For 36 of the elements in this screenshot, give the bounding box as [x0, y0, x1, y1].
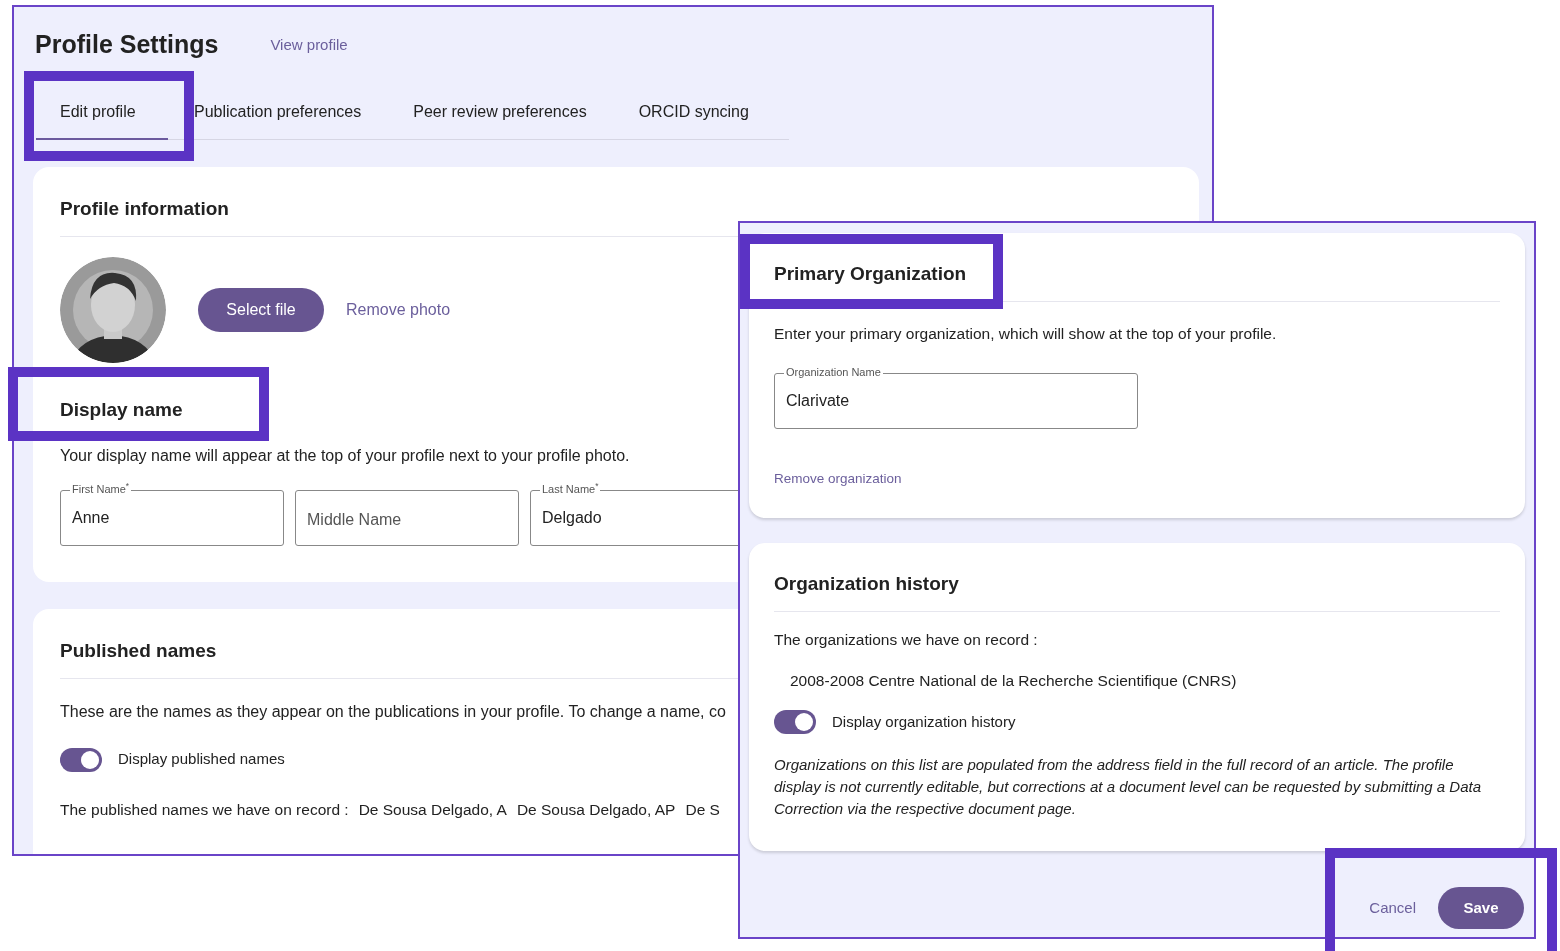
field-label: First Name$^{*}$	[70, 482, 131, 496]
section-title: Organization history	[774, 572, 959, 596]
published-name: De S	[685, 799, 720, 820]
toggle-label: Display published names	[118, 749, 285, 770]
section-title: Primary Organization	[774, 262, 967, 286]
section-title: Profile information	[60, 197, 229, 221]
tab[interactable]: ORCID syncing	[612, 86, 775, 140]
record-label: The published names we have on record :	[60, 799, 349, 820]
view-profile-link[interactable]: View profile	[270, 33, 348, 57]
field-value: Anne	[72, 508, 110, 528]
organization-item: 2008-2008 Centre National de la Recherche Scientifique (CNRS)	[790, 670, 1237, 691]
page-title: Profile Settings	[35, 29, 219, 61]
field-value: Delgado	[542, 508, 602, 528]
tab[interactable]: Publication preferences	[168, 86, 388, 140]
field-value: Clarivate	[786, 390, 850, 411]
description-text: Enter your primary organization, which will show at the top of your profile.	[774, 323, 1277, 344]
toggle-switch[interactable]	[774, 710, 816, 734]
tab[interactable]: Peer review preferences	[387, 86, 613, 140]
note-text: Organizations on this list are populated from the address field in the full record of an article. The profile display is not currently editable, but corrections at a document level can be requested by submitting a Data Correction via the respective document page.	[774, 755, 1483, 819]
section-title: Display name	[60, 397, 183, 422]
published-name: De Sousa Delgado, AP	[516, 799, 676, 820]
published-name: De Sousa Delgado, A	[358, 799, 507, 820]
remove-photo-link[interactable]: Remove photo	[346, 297, 451, 322]
toggle-label: Display organization history	[832, 711, 1016, 732]
toggle-switch[interactable]	[60, 747, 102, 772]
field-label: Last Name$^{*}$	[540, 482, 601, 496]
cancel-button[interactable]: Cancel	[1369, 896, 1416, 920]
tab[interactable]: Edit profile	[36, 86, 168, 140]
description-text: Your display name will appear at the top of your profile next to your profile photo.	[60, 446, 630, 466]
record-label: The organizations we have on record :	[774, 629, 1038, 650]
field-placeholder: Middle Name	[307, 510, 402, 530]
description-text: These are the names as they appear on the publications in your profile. To change a name, co	[60, 701, 726, 722]
select-file-button[interactable]: Select file	[198, 287, 324, 332]
save-button[interactable]: Save	[1438, 887, 1524, 929]
remove-organization-link[interactable]: Remove organization	[774, 468, 902, 489]
section-title: Published names	[60, 639, 217, 663]
